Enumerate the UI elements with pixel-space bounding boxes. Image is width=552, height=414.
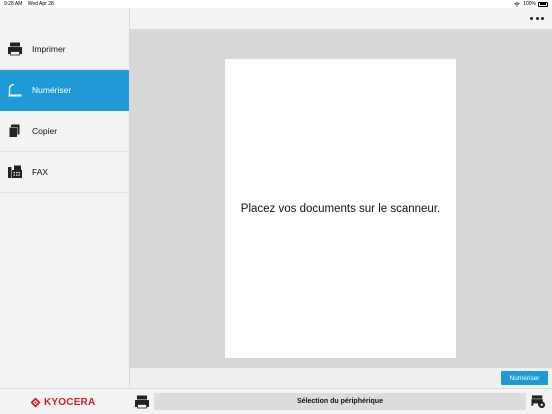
device-select-button[interactable]: Sélection du périphérique [154,393,526,410]
sidebar: Imprimer Numériser Copier FAX [0,8,130,388]
sidebar-item-label: Copier [32,126,58,136]
sidebar-header [0,8,129,29]
printer-icon [7,41,23,57]
sidebar-item-label: Imprimer [32,44,66,54]
more-horizontal-icon[interactable] [530,14,544,22]
status-right: 100% [514,0,548,8]
scan-preview-area: Placez vos documents sur le scanneur. [130,29,552,368]
sidebar-item-fax[interactable]: FAX [0,152,129,193]
sidebar-item-copy[interactable]: Copier [0,111,129,152]
battery-icon [538,1,548,7]
copy-icon [7,123,23,139]
wifi-icon [514,2,521,7]
printer-icon [135,395,149,409]
sidebar-item-label: Numériser [32,85,72,95]
brand-wordmark: KYOCERA [44,397,96,408]
status-date: Wed Apr 28 [27,1,54,7]
kyocera-logo-mark [30,397,41,408]
scanner-icon [7,82,23,98]
sidebar-item-scan[interactable]: Numériser [0,70,129,111]
kyocera-logo: KYOCERA [30,397,95,408]
sidebar-item-label: FAX [32,167,49,177]
status-left: 9:28 AM Wed Apr 28 [4,0,58,8]
device-settings-button[interactable] [531,394,546,409]
action-row: Numériser [130,368,552,388]
document-page: Placez vos documents sur le scanneur. [225,59,456,358]
printer-device-button[interactable] [134,394,150,410]
status-bar: 9:28 AM Wed Apr 28 100% [0,0,552,8]
battery-percent: 100% [523,1,536,7]
bottom-bar: KYOCERA Sélection du périphérique [0,388,552,414]
scan-button[interactable]: Numériser [501,371,548,385]
device-settings-icon [531,395,546,409]
preview-message: Placez vos documents sur le scanneur. [240,202,441,215]
top-bar [130,8,552,29]
status-time: 9:28 AM [4,1,23,7]
fax-icon [7,164,23,180]
sidebar-item-print[interactable]: Imprimer [0,29,129,70]
